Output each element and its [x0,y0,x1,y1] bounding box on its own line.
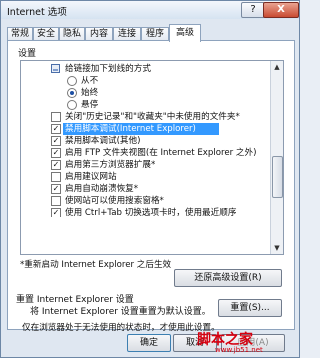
link-underline-icon [51,64,60,73]
reset-description: 将 Internet Explorer 设置重置为默认设置。 [30,307,211,317]
reset-button[interactable]: 重置(S)... [218,299,282,317]
checkbox[interactable] [51,172,61,182]
ok-button[interactable]: 确定 [127,334,171,352]
item-label: 禁用脚本调试(其他) [65,136,141,146]
checkbox[interactable]: ✓ [51,124,61,134]
window-title: Internet 选项 [7,7,67,18]
item-label: 启用第三方浏览器扩展* [65,160,156,170]
checkbox[interactable]: ✓ [51,160,61,170]
close-button[interactable]: X [263,2,299,18]
tab-advanced[interactable]: 高级 [169,24,201,42]
tab-general[interactable]: 常规 [7,27,33,41]
checkbox[interactable]: ✓ [51,136,61,146]
checkbox[interactable]: ✓ [51,148,61,158]
advanced-panel: 设置 给链接加下划线的方式 从不 始终 悬停 关闭"历史记录"和"收藏夹"中未使… [7,40,295,333]
radio-never[interactable] [67,76,77,86]
item-label: 关闭"历史记录"和"收藏夹"中未使用的文件夹* [65,112,240,122]
tab-programs[interactable]: 程序 [141,27,169,41]
list-item[interactable]: 启用建议网站 [21,171,271,183]
list-item[interactable]: 使网站可以使用搜索窗格* [21,195,271,207]
list-item[interactable]: ✓ 禁用脚本调试(其他) [21,135,271,147]
item-label: 启用自动崩溃恢复* [65,184,139,194]
list-item[interactable]: ✓ 启用 FTP 文件夹视图(在 Internet Explorer 之外) [21,147,271,159]
radio-always[interactable] [67,88,77,98]
list-item[interactable]: 关闭"历史记录"和"收藏夹"中未使用的文件夹* [21,111,271,123]
item-label: 给链接加下划线的方式 [65,64,151,74]
item-label: 启用 FTP 文件夹视图(在 Internet Explorer 之外) [65,148,257,158]
item-label: 禁用脚本调试(Internet Explorer) [65,124,196,134]
checkbox[interactable] [51,196,61,206]
list-item[interactable]: ✓ 启用自动崩溃恢复* [21,183,271,195]
tab-connections[interactable]: 连接 [113,27,141,41]
internet-options-window: Internet 选项 ? X 常规 安全 隐私 内容 连接 程序 高级 设置 … [0,0,300,358]
settings-list[interactable]: 给链接加下划线的方式 从不 始终 悬停 关闭"历史记录"和"收藏夹"中未使用的文… [20,60,284,255]
tab-strip: 常规 安全 隐私 内容 连接 程序 高级 [7,24,293,42]
checkbox[interactable]: ✓ [51,208,61,217]
title-bar[interactable]: Internet 选项 ? X [1,1,299,19]
tab-privacy[interactable]: 隐私 [59,27,85,41]
radio-hover[interactable] [67,100,77,110]
list-item[interactable]: 给链接加下划线的方式 [21,63,271,75]
list-item[interactable]: ✓ 启用第三方浏览器扩展* [21,159,271,171]
list-item[interactable]: 从不 [21,75,271,87]
item-label: 使网站可以使用搜索窗格* [65,196,164,206]
checkbox[interactable] [51,112,61,122]
item-label: 启用建议网站 [65,172,117,182]
item-label: 从不 [81,76,99,86]
item-label: 始终 [81,88,99,98]
tab-content[interactable]: 内容 [85,27,113,41]
vertical-scrollbar[interactable]: ▲ ▼ [270,61,283,254]
checkbox[interactable]: ✓ [51,184,61,194]
scroll-down-icon[interactable]: ▼ [271,242,283,254]
item-label: 使用 Ctrl+Tab 切换选项卡时，使用最近顺序 [65,208,237,217]
scroll-up-icon[interactable]: ▲ [271,61,283,73]
restart-note: *重新启动 Internet Explorer 之后生效 [20,260,172,270]
scroll-thumb[interactable] [272,156,283,198]
list-item[interactable]: 悬停 [21,99,271,111]
tab-security[interactable]: 安全 [33,27,59,41]
item-label: 悬停 [81,100,99,110]
reset-note: 仅在浏览器处于无法使用的状态时，才使用此设置。 [22,323,220,333]
list-item[interactable]: 始终 [21,87,271,99]
restore-advanced-button[interactable]: 还原高级设置(R) [174,269,282,287]
watermark-url: www.jb51.net [215,346,263,354]
settings-heading: 设置 [18,49,37,59]
help-button[interactable]: ? [241,2,265,18]
list-item[interactable]: ✓ 使用 Ctrl+Tab 切换选项卡时，使用最近顺序 [21,207,271,217]
list-item-selected[interactable]: 禁用脚本调试(Internet Explorer) [63,123,219,135]
